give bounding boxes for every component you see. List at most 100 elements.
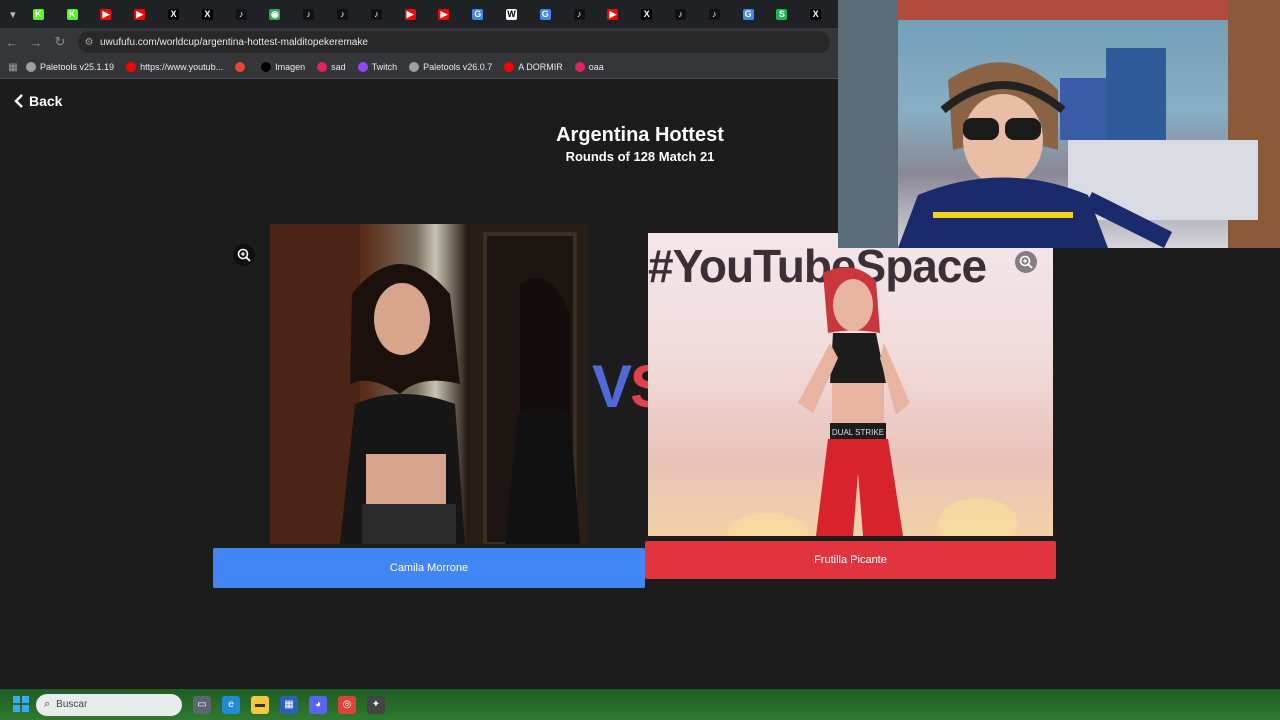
left-zoom-icon[interactable] xyxy=(233,244,255,266)
taskbar-search-placeholder: Buscar xyxy=(56,699,88,710)
browser-tab[interactable]: X xyxy=(196,0,230,28)
browser-tab[interactable]: G xyxy=(534,0,568,28)
edge-icon[interactable]: e xyxy=(222,695,240,714)
taskbar-search-box[interactable]: ⌕ Buscar xyxy=(36,693,182,716)
tiktok-icon: ♪ xyxy=(708,8,720,20)
browser-tab[interactable]: ▶ xyxy=(94,0,128,28)
x-icon: X xyxy=(641,8,653,20)
bookmark-label: Twitch xyxy=(371,62,398,72)
back-label: Back xyxy=(29,93,63,109)
vs-letter-v: V xyxy=(592,353,632,420)
google-icon: G xyxy=(742,8,754,20)
file-explorer-icon[interactable]: ▬ xyxy=(251,695,269,714)
back-button[interactable]: Back xyxy=(14,93,62,109)
browser-tab[interactable]: X xyxy=(162,0,196,28)
bookmark-item[interactable]: Imagen xyxy=(261,62,305,72)
browser-tab[interactable]: ♪ xyxy=(703,0,737,28)
app-icon[interactable]: ✦ xyxy=(367,695,385,714)
browser-tab[interactable]: G xyxy=(737,0,771,28)
tab-strip: ▾ K K ▶ ▶ X X ♪ ◉ ♪ ♪ ♪ ▶ ▶ G W G ♪ ▶ X ♪ ♪ G S X xyxy=(0,0,838,28)
browser-tab[interactable]: K xyxy=(61,0,95,28)
bookmark-item[interactable]: Paletools v25.1.19 xyxy=(26,62,114,72)
apps-grid-icon[interactable]: ▦ xyxy=(0,62,26,73)
bookmark-label: Imagen xyxy=(275,62,306,72)
webcam-illustration xyxy=(838,0,1280,248)
browser-tab[interactable]: ♪ xyxy=(230,0,264,28)
browser-tab[interactable]: ▶ xyxy=(432,0,466,28)
bookmark-label: oaa xyxy=(588,62,604,72)
tiktok-icon: ♪ xyxy=(303,8,315,20)
right-contestant-photo[interactable]: #YouTubeSpace DUAL STRIKE xyxy=(648,233,1053,536)
bookmark-label: Paletools v26.0.7 xyxy=(423,62,493,72)
reload-icon[interactable]: ↻ xyxy=(48,34,72,50)
browser-tab[interactable]: G xyxy=(466,0,500,28)
tiktok-icon: ♪ xyxy=(675,8,686,20)
bookmark-item[interactable]: Twitch xyxy=(357,62,398,72)
google-icon: G xyxy=(472,8,484,20)
bookmark-label: https://www.youtub... xyxy=(140,62,224,72)
tiktok-icon: ♪ xyxy=(337,8,349,20)
bookmark-item[interactable]: A DORMIR xyxy=(504,62,563,72)
bookmark-icon xyxy=(235,62,246,72)
webcam-overlay xyxy=(838,0,1280,248)
bookmark-label: A DORMIR xyxy=(518,62,563,72)
navigation-bar: ← → ↻ ⚙ uwufufu.com/worldcup/argentina-h… xyxy=(0,28,838,56)
browser-tab[interactable]: ▶ xyxy=(399,0,433,28)
tiktok-icon: ♪ xyxy=(370,8,382,20)
task-view-icon[interactable]: ▭ xyxy=(193,695,211,714)
tiktok-icon: ♪ xyxy=(573,8,585,20)
browser-tab[interactable]: K xyxy=(27,0,61,28)
spotify-icon: S xyxy=(776,8,788,20)
browser-tab[interactable]: ♪ xyxy=(669,0,703,28)
address-bar[interactable]: ⚙ uwufufu.com/worldcup/argentina-hottest… xyxy=(78,31,830,53)
bookmark-item[interactable]: sad xyxy=(317,62,346,72)
discord-icon[interactable]: ◕ xyxy=(309,695,327,714)
url-text: uwufufu.com/worldcup/argentina-hottest-m… xyxy=(100,36,368,48)
search-icon: ⌕ xyxy=(44,698,51,710)
x-icon: X xyxy=(168,8,180,20)
bookmark-item[interactable]: Paletools v26.0.7 xyxy=(409,62,492,72)
browser-tab[interactable]: X xyxy=(635,0,669,28)
browser-tab[interactable]: ♪ xyxy=(365,0,399,28)
left-photo-illustration xyxy=(270,224,588,544)
browser-tab[interactable]: ▶ xyxy=(601,0,635,28)
choose-right-button[interactable]: Frutilla Picante xyxy=(645,541,1056,579)
google-icon: G xyxy=(539,8,551,20)
youtube-icon: ▶ xyxy=(100,8,112,20)
forward-arrow-icon[interactable]: → xyxy=(24,35,48,50)
bookmark-item[interactable] xyxy=(235,62,249,72)
browser-tab[interactable]: ◉ xyxy=(263,0,297,28)
store-icon[interactable]: ▦ xyxy=(280,695,298,714)
browser-tab[interactable]: W xyxy=(500,0,534,28)
tiktok-icon: ♪ xyxy=(235,8,247,20)
kick-icon: K xyxy=(66,8,78,20)
bookmark-item[interactable]: https://www.youtub... xyxy=(126,62,223,72)
left-contestant-photo[interactable] xyxy=(270,224,588,544)
choose-left-button[interactable]: Camila Morrone xyxy=(213,548,645,588)
back-arrow-icon[interactable]: ← xyxy=(0,35,24,50)
x-icon: X xyxy=(810,8,822,20)
bookmark-item[interactable]: oaa xyxy=(574,62,604,72)
browser-tab[interactable]: X xyxy=(804,0,838,28)
browser-tab[interactable]: ♪ xyxy=(568,0,602,28)
youtube-icon: ▶ xyxy=(607,8,619,20)
chrome-icon[interactable]: ◎ xyxy=(338,695,356,714)
youtube-icon: ▶ xyxy=(404,8,416,20)
right-zoom-icon[interactable] xyxy=(1015,251,1037,273)
x-icon: X xyxy=(201,8,213,20)
browser-tab[interactable]: S xyxy=(770,0,804,28)
browser-tab[interactable]: ▶ xyxy=(128,0,162,28)
youtube-icon: ▶ xyxy=(438,8,450,20)
browser-tab[interactable]: ♪ xyxy=(297,0,331,28)
browser-tab[interactable]: ♪ xyxy=(331,0,365,28)
right-photo-illustration: DUAL STRIKE xyxy=(728,267,1018,536)
bookmark-icon xyxy=(126,62,137,72)
bookmarks-bar: ▦ Paletools v25.1.19 https://www.youtub..… xyxy=(0,56,838,79)
tab-search-icon[interactable]: ▾ xyxy=(3,4,23,24)
windows-start-icon[interactable] xyxy=(13,696,29,712)
youtube-icon: ▶ xyxy=(134,8,146,20)
bookmark-label: Paletools v25.1.19 xyxy=(40,62,115,72)
site-info-icon[interactable]: ⚙ xyxy=(78,37,100,48)
taskbar: ⌕ Buscar ▭ e ▬ ▦ ◕ ◎ ✦ xyxy=(0,689,1280,720)
wikipedia-icon: W xyxy=(506,8,518,20)
